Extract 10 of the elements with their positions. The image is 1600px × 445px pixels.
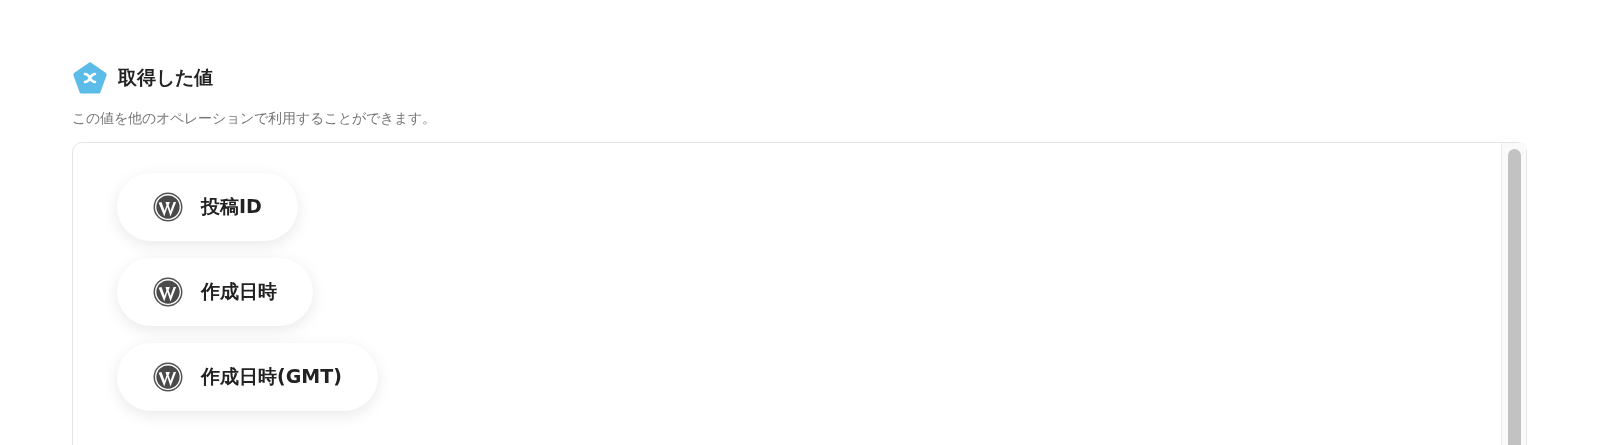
wordpress-icon xyxy=(153,362,183,392)
section-description: この値を他のオペレーションで利用することができます。 xyxy=(72,110,437,128)
section-title: 取得した値 xyxy=(118,65,213,90)
wordpress-icon xyxy=(153,277,183,307)
wordpress-icon xyxy=(153,192,183,222)
value-chip[interactable]: 作成日時 xyxy=(117,258,313,326)
pentagon-x-icon xyxy=(72,60,108,96)
scrollbar[interactable] xyxy=(1501,143,1526,445)
value-chip[interactable]: 作成日時(GMT) xyxy=(117,343,378,411)
value-chip[interactable]: 投稿ID xyxy=(117,173,298,241)
